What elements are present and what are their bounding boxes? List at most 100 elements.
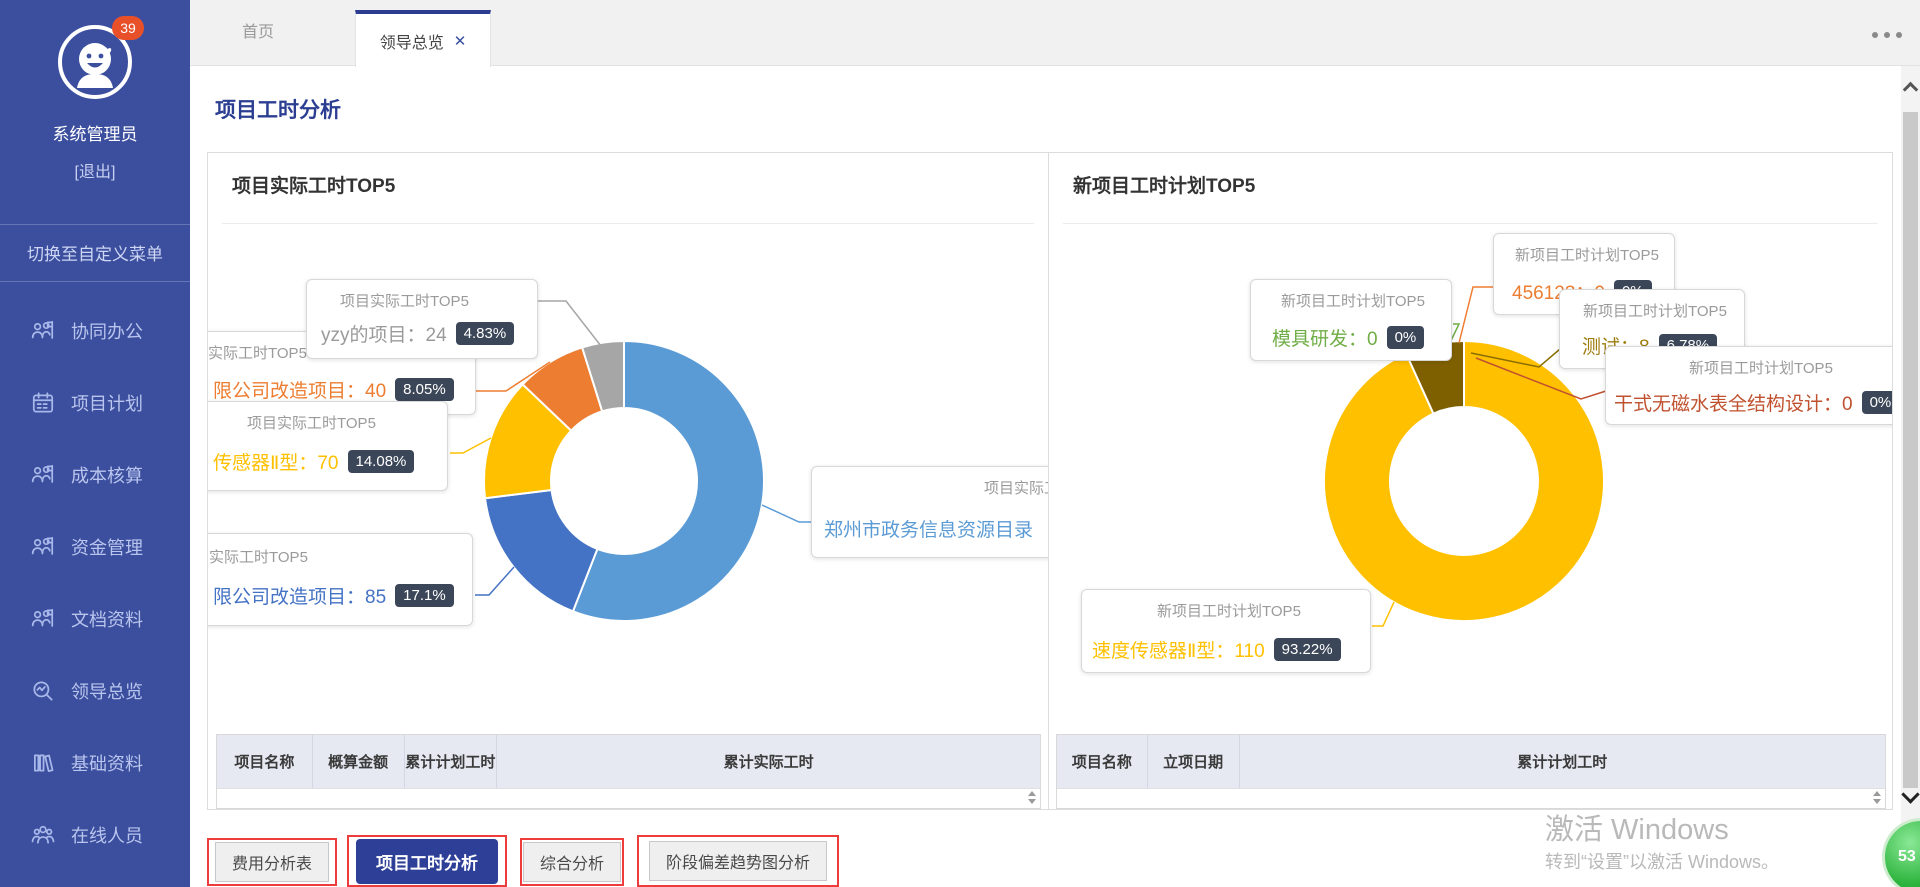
tooltip-series-title: 新项目工时计划TOP5 — [1689, 357, 1833, 378]
tooltip-item-value: 传感器Ⅱ型：70 — [213, 448, 339, 475]
sidebar-item-label: 领导总览 — [71, 678, 143, 704]
table-empty-row — [1057, 788, 1885, 808]
more-menu-icon[interactable] — [1872, 32, 1902, 38]
table-header-cell: 累计计划工时 — [405, 735, 498, 788]
cost-analysis-table-button[interactable]: 费用分析表 — [215, 842, 329, 882]
tooltip-series-title: 新项目工时计划TOP5 — [1583, 300, 1727, 321]
table-scroll-spinner[interactable] — [1872, 791, 1882, 804]
table-header-cell: 项目名称 — [1057, 735, 1148, 788]
tooltip-percent-badge: 0% — [1862, 391, 1892, 414]
tooltip-series-title: 项目实际工时TOP5 — [984, 477, 1048, 498]
tooltip-connector-line — [475, 567, 514, 595]
document-icon — [30, 606, 56, 632]
chart-tooltip: 新项目工时计划TOP5 干式无磁水表全结构设计：0 0% — [1605, 346, 1892, 425]
table-scroll-spinner[interactable] — [1027, 791, 1037, 804]
chart-tooltip: 新项目工时计划TOP5 模具研发：0 0% — [1250, 279, 1452, 361]
chart-tooltip: 项目实际工时TOP5 传感器Ⅱ型：70 14.08% — [208, 401, 448, 491]
summary-table: 项目名称立项日期累计计划工时 — [1056, 734, 1886, 809]
tab-bar: 首页 领导总览 ✕ — [190, 0, 1920, 66]
panel-actual-hours-top5: 项目实际工时TOP5 项目实际工时TOP5 限公司改造项目：40 8.05% 项… — [208, 153, 1048, 809]
tooltip-percent-badge: 17.1% — [395, 584, 454, 607]
tooltip-percent-badge: 4.83% — [456, 322, 515, 345]
overview-icon — [30, 678, 56, 704]
tooltip-series-title: 项目实际工时TOP5 — [208, 546, 308, 567]
sidebar-divider — [0, 224, 190, 225]
collaboration-icon — [30, 318, 56, 344]
sidebar-item-document[interactable]: 文档资料 — [0, 583, 190, 655]
tooltip-item-value: 郑州市政务信息资源目录 — [824, 515, 1033, 542]
tooltip-item-value: yzy的项目：24 — [321, 320, 447, 347]
tooltip-series-title: 项目实际工时TOP5 — [247, 412, 376, 433]
annotation-rect: 阶段偏差趋势图分析 — [637, 835, 839, 887]
main-content: 项目工时分析 项目实际工时TOP5 项目实际工时TOP5 限公司改造项目：40 … — [190, 66, 1920, 887]
windows-activation-watermark-sub: 转到“设置”以激活 Windows。 — [1545, 848, 1779, 874]
sidebar-item-base-data[interactable]: 基础资料 — [0, 727, 190, 799]
stage-deviation-trend-button[interactable]: 阶段偏差趋势图分析 — [649, 841, 827, 881]
chart-tooltip: 项目实际工时TOP5 郑州市政务信息资源目录 — [811, 466, 1048, 558]
chart-tooltip: 项目实际工时TOP5 限公司改造项目：85 17.1% — [208, 533, 473, 626]
tooltip-percent-badge: 14.08% — [348, 450, 415, 473]
sidebar-item-label: 在线人员 — [71, 822, 143, 848]
tooltip-series-title: 新项目工时计划TOP5 — [1515, 244, 1659, 265]
table-header-cell: 累计计划工时 — [1240, 735, 1885, 788]
scrollbar-thumb[interactable] — [1903, 112, 1918, 788]
table-header-cell: 累计实际工时 — [497, 735, 1040, 788]
sidebar-item-collaboration[interactable]: 协同办公 — [0, 295, 190, 367]
annotation-rect: 费用分析表 — [207, 838, 337, 886]
sidebar: 39 系统管理员 [退出] 切换至自定义菜单 协同办公项目计划成本核算资金管理文… — [0, 0, 190, 887]
sidebar-item-overview[interactable]: 领导总览 — [0, 655, 190, 727]
windows-activation-watermark: 激活 Windows — [1545, 806, 1729, 848]
table-header-row: 项目名称概算金额累计计划工时累计实际工时 — [217, 735, 1040, 788]
close-icon[interactable]: ✕ — [454, 32, 467, 50]
sidebar-item-label: 成本核算 — [71, 462, 143, 488]
sidebar-item-funds[interactable]: 资金管理 — [0, 511, 190, 583]
table-header-cell: 概算金额 — [313, 735, 405, 788]
sidebar-item-label: 基础资料 — [71, 750, 143, 776]
charts-container: 项目实际工时TOP5 项目实际工时TOP5 限公司改造项目：40 8.05% 项… — [207, 152, 1893, 810]
annotation-rect: 项目工时分析 — [347, 835, 507, 887]
tooltip-connector-line — [450, 438, 491, 453]
comprehensive-analysis-button[interactable]: 综合分析 — [523, 842, 621, 882]
switch-custom-menu-link[interactable]: 切换至自定义菜单 — [0, 240, 190, 265]
online-users-icon — [30, 822, 56, 848]
sidebar-item-cost[interactable]: 成本核算 — [0, 439, 190, 511]
project-hours-analysis-button[interactable]: 项目工时分析 — [356, 839, 498, 884]
logout-link[interactable]: [退出] — [0, 158, 190, 182]
tooltip-series-title: 新项目工时计划TOP5 — [1157, 600, 1301, 621]
table-header-cell: 立项日期 — [1148, 735, 1240, 788]
tab-home[interactable]: 首页 — [190, 0, 326, 66]
tooltip-item-value: 模具研发：0 — [1272, 324, 1378, 351]
summary-table: 项目名称概算金额累计计划工时累计实际工时 — [216, 734, 1041, 809]
sidebar-divider — [0, 281, 190, 282]
tooltip-series-title: 项目实际工时TOP5 — [208, 342, 307, 363]
tooltip-item-value: 限公司改造项目：85 — [213, 582, 386, 609]
sidebar-menu: 协同办公项目计划成本核算资金管理文档资料领导总览基础资料在线人员 — [0, 295, 190, 871]
chart-tooltip: 新项目工时计划TOP5 速度传感器Ⅱ型：110 93.22% — [1081, 589, 1371, 673]
donut-chart[interactable] — [1049, 153, 1892, 809]
tooltip-item-value: 限公司改造项目：40 — [213, 376, 386, 403]
table-empty-row — [217, 788, 1040, 808]
calendar-icon — [30, 390, 56, 416]
notification-badge[interactable]: 39 — [112, 16, 144, 40]
sidebar-item-label: 资金管理 — [71, 534, 143, 560]
sidebar-item-label: 项目计划 — [71, 390, 143, 416]
sidebar-item-label: 文档资料 — [71, 606, 143, 632]
tooltip-item-value: 干式无磁水表全结构设计：0 — [1614, 389, 1853, 416]
tooltip-connector-line — [538, 301, 601, 346]
tooltip-connector-line — [1372, 602, 1394, 626]
page-title: 项目工时分析 — [215, 94, 341, 124]
sidebar-item-calendar[interactable]: 项目计划 — [0, 367, 190, 439]
tooltip-series-title: 项目实际工时TOP5 — [340, 290, 469, 311]
tab-label: 领导总览 — [380, 29, 444, 53]
annotation-rect: 综合分析 — [520, 838, 624, 886]
sidebar-item-online-users[interactable]: 在线人员 — [0, 799, 190, 871]
base-data-icon — [30, 750, 56, 776]
floating-counter-value: 53 — [1898, 848, 1916, 866]
funds-icon — [30, 534, 56, 560]
tooltip-percent-badge: 93.22% — [1274, 638, 1341, 661]
username-label: 系统管理员 — [0, 120, 190, 145]
tab-leader-overview[interactable]: 领导总览 ✕ — [355, 10, 491, 67]
donut-slice[interactable] — [485, 490, 597, 611]
cost-icon — [30, 462, 56, 488]
panel-new-project-plan-top5: 新项目工时计划TOP5 新项目工时计划TOP5 模具研发：0 0% 新项目工时计… — [1048, 153, 1892, 809]
